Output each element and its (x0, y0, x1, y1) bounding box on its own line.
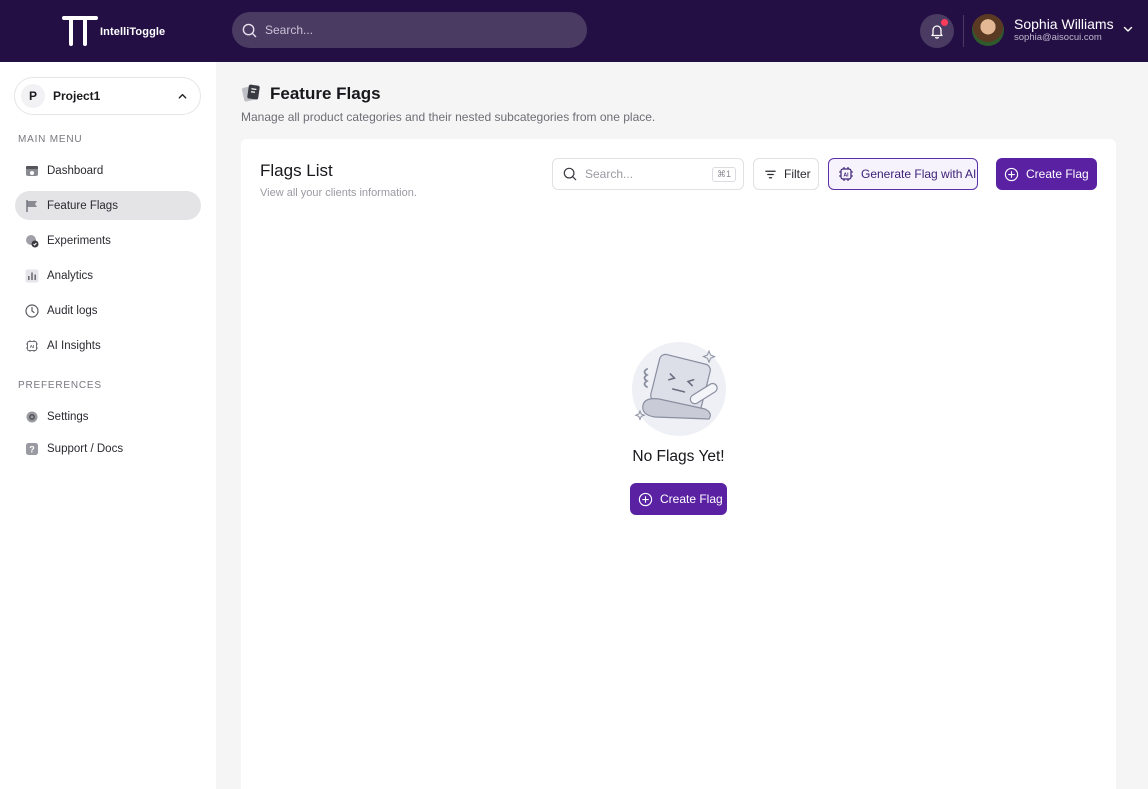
page-title: Feature Flags (270, 83, 381, 103)
filter-icon (765, 170, 776, 178)
plus-circle-icon (638, 492, 653, 506)
experiments-icon (25, 234, 39, 248)
sidebar-item-experiments[interactable]: Experiments (15, 226, 201, 255)
flags-list-card: Flags List View all your clients informa… (241, 139, 1116, 789)
gear-icon (25, 410, 39, 424)
global-search[interactable] (232, 12, 587, 48)
sidebar-item-ai-insights[interactable]: AI AI Insights (15, 331, 201, 360)
create-flag-button[interactable]: Create Flag (996, 158, 1097, 190)
sidebar-item-label: Support / Docs (47, 442, 124, 455)
user-menu[interactable]: Sophia Williams sophia@aisocui.com (972, 14, 1133, 46)
search-icon (563, 167, 577, 181)
notifications-button[interactable] (920, 14, 954, 48)
sidebar-item-label: AI Insights (47, 339, 101, 352)
chevron-up-icon (178, 93, 187, 99)
flag-cards-icon (242, 84, 260, 102)
sidebar-item-label: Analytics (47, 269, 94, 282)
search-icon (242, 23, 257, 37)
flag-icon (25, 199, 39, 213)
empty-state-title: No Flags Yet! (632, 448, 725, 465)
brand-logo[interactable]: IntelliToggle (62, 12, 165, 48)
generate-flag-ai-button[interactable]: AI Generate Flag with AI (828, 158, 978, 190)
chevron-down-icon[interactable] (1122, 23, 1134, 35)
flags-search[interactable]: ⌘1 (552, 158, 744, 190)
flags-list-subtitle: View all your clients information. (260, 187, 417, 199)
top-bar: IntelliToggle Sophia Williams sophia@ais… (0, 0, 1148, 62)
user-email: sophia@aisocui.com (1014, 32, 1102, 43)
top-divider (963, 15, 964, 47)
empty-create-flag-label: Create Flag (660, 492, 723, 506)
svg-text:AI: AI (30, 344, 35, 349)
page-header: Feature Flags Manage all product categor… (241, 83, 656, 125)
sidebar-item-feature-flags[interactable]: Feature Flags (15, 191, 201, 220)
empty-notebook-illustration-icon (631, 342, 726, 436)
sidebar-item-audit-logs[interactable]: Audit logs (15, 296, 201, 325)
svg-text:AI: AI (844, 172, 850, 178)
empty-state: No Flags Yet! Create Flag (241, 339, 1116, 515)
dashboard-icon (25, 164, 39, 178)
generate-flag-ai-label: Generate Flag with AI (861, 167, 977, 181)
flags-list-title: Flags List (260, 161, 333, 180)
sidebar-item-label: Feature Flags (47, 199, 118, 212)
create-flag-label: Create Flag (1026, 167, 1089, 181)
user-name: Sophia Williams (1014, 16, 1114, 32)
project-name: Project1 (53, 89, 101, 103)
ai-chip-icon: AI (839, 167, 853, 181)
brand-name: IntelliToggle (100, 26, 166, 38)
svg-text:?: ? (29, 444, 35, 454)
preferences-label: PREFERENCES (18, 380, 102, 391)
filter-button[interactable]: Filter (753, 158, 819, 190)
logo-mark-icon (62, 16, 98, 46)
avatar (972, 14, 1004, 46)
sidebar-item-label: Audit logs (47, 304, 98, 317)
sidebar-item-label: Experiments (47, 234, 111, 247)
project-badge: P (21, 84, 45, 108)
sidebar-item-dashboard[interactable]: Dashboard (15, 156, 201, 185)
main-menu-label: MAIN MENU (18, 134, 83, 145)
ai-chip-icon: AI (25, 339, 39, 353)
filter-button-label: Filter (784, 167, 811, 181)
sidebar-item-label: Dashboard (47, 164, 104, 177)
sidebar-item-support-docs[interactable]: ? Support / Docs (15, 434, 201, 463)
sidebar-item-label: Settings (47, 410, 89, 423)
page-subtitle: Manage all product categories and their … (241, 110, 656, 124)
empty-create-flag-button[interactable]: Create Flag (630, 483, 727, 515)
flags-search-input[interactable] (585, 167, 705, 181)
sidebar-item-settings[interactable]: Settings (15, 402, 201, 431)
sidebar-item-analytics[interactable]: Analytics (15, 261, 201, 290)
notification-dot (941, 19, 948, 26)
plus-circle-icon (1004, 167, 1019, 181)
project-switcher[interactable]: P Project1 (14, 77, 201, 115)
analytics-icon (25, 269, 39, 283)
clock-icon (25, 303, 39, 318)
search-shortcut-hint: ⌘1 (711, 167, 736, 182)
help-icon: ? (25, 442, 39, 456)
sidebar: P Project1 MAIN MENU Dashboard Feature F… (0, 62, 216, 789)
global-search-input[interactable] (265, 23, 565, 37)
